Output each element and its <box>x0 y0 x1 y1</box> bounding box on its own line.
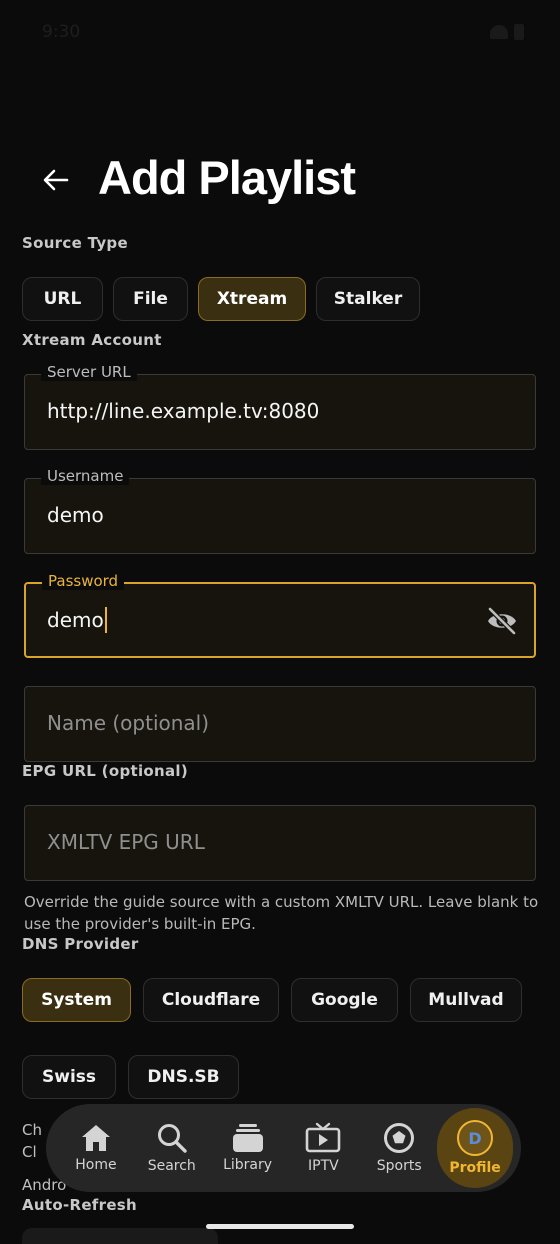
sports-icon <box>384 1123 415 1153</box>
xtream-account-label: Xtream Account <box>22 331 162 349</box>
nav-iptv-label: IPTV <box>308 1158 339 1174</box>
nav-home[interactable]: Home <box>58 1108 134 1188</box>
text-caret <box>104 607 107 633</box>
username-value: demo <box>47 503 104 527</box>
epg-helper-text: Override the guide source with a custom … <box>24 893 539 933</box>
password-value-row: demo <box>47 607 107 633</box>
nav-sports[interactable]: Sports <box>361 1108 437 1188</box>
password-value: demo <box>47 608 104 632</box>
chip-dns-swiss[interactable]: Swiss <box>22 1055 116 1099</box>
chip-stalker[interactable]: Stalker <box>316 277 420 321</box>
server-url-label: Server URL <box>41 363 137 381</box>
dns-chips-row-2: Swiss DNS.SB <box>22 1055 239 1099</box>
chip-file[interactable]: File <box>113 277 188 321</box>
dns-chips-row-1: System Cloudflare Google Mullvad <box>22 978 522 1022</box>
chip-dns-google[interactable]: Google <box>291 978 398 1022</box>
avatar: D <box>457 1120 494 1156</box>
nav-profile[interactable]: D Profile <box>437 1108 513 1188</box>
arrow-left-icon <box>43 169 69 191</box>
home-icon <box>81 1125 110 1151</box>
chip-dns-cloudflare[interactable]: Cloudflare <box>143 978 279 1022</box>
wifi-icon <box>490 25 508 39</box>
name-field[interactable]: Name (optional) <box>24 686 536 762</box>
dns-description-line-1: Ch <box>22 1121 42 1139</box>
username-field[interactable]: Username demo <box>24 467 536 554</box>
username-label: Username <box>41 467 130 485</box>
source-type-label: Source Type <box>22 234 128 252</box>
chip-xtream[interactable]: Xtream <box>198 277 306 321</box>
back-button[interactable] <box>36 160 76 200</box>
tv-icon <box>306 1122 341 1153</box>
home-indicator[interactable] <box>206 1224 354 1229</box>
auto-refresh-control[interactable] <box>22 1228 218 1244</box>
battery-icon <box>514 24 524 40</box>
password-label: Password <box>42 572 125 590</box>
bottom-navigation: Home Search Library IPTV Sports D Profil… <box>46 1104 521 1192</box>
nav-iptv[interactable]: IPTV <box>285 1108 361 1188</box>
chip-dns-dnssb[interactable]: DNS.SB <box>128 1055 239 1099</box>
nav-library-label: Library <box>223 1157 273 1173</box>
nav-sports-label: Sports <box>376 1158 422 1174</box>
dns-description-line-2: Cl <box>22 1143 37 1161</box>
eye-off-icon <box>488 607 516 635</box>
search-icon <box>157 1124 187 1153</box>
nav-search-label: Search <box>147 1158 196 1174</box>
chip-dns-system[interactable]: System <box>22 978 131 1022</box>
auto-refresh-label: Auto-Refresh <box>22 1196 138 1214</box>
nav-library[interactable]: Library <box>210 1108 286 1188</box>
chip-url[interactable]: URL <box>22 277 103 321</box>
source-type-chips: URL File Xtream Stalker <box>22 277 420 321</box>
toggle-password-visibility-button[interactable] <box>486 606 518 636</box>
page-title: Add Playlist <box>98 151 356 204</box>
epg-url-field[interactable]: XMLTV EPG URL <box>24 805 536 881</box>
epg-url-label: EPG URL (optional) <box>22 762 188 780</box>
epg-url-placeholder: XMLTV EPG URL <box>47 830 205 854</box>
nav-profile-label: Profile <box>449 1160 501 1176</box>
password-field[interactable]: Password demo <box>24 572 536 658</box>
library-icon <box>232 1124 263 1152</box>
chip-dns-mullvad[interactable]: Mullvad <box>410 978 522 1022</box>
nav-home-label: Home <box>75 1157 117 1173</box>
dns-provider-label: DNS Provider <box>22 935 139 953</box>
nav-search[interactable]: Search <box>134 1108 210 1188</box>
name-placeholder: Name (optional) <box>47 711 210 735</box>
server-url-value: http://line.example.tv:8080 <box>47 399 320 423</box>
status-time: 9:30 <box>42 22 81 42</box>
status-icons <box>490 24 524 40</box>
server-url-field[interactable]: Server URL http://line.example.tv:8080 <box>24 363 536 450</box>
